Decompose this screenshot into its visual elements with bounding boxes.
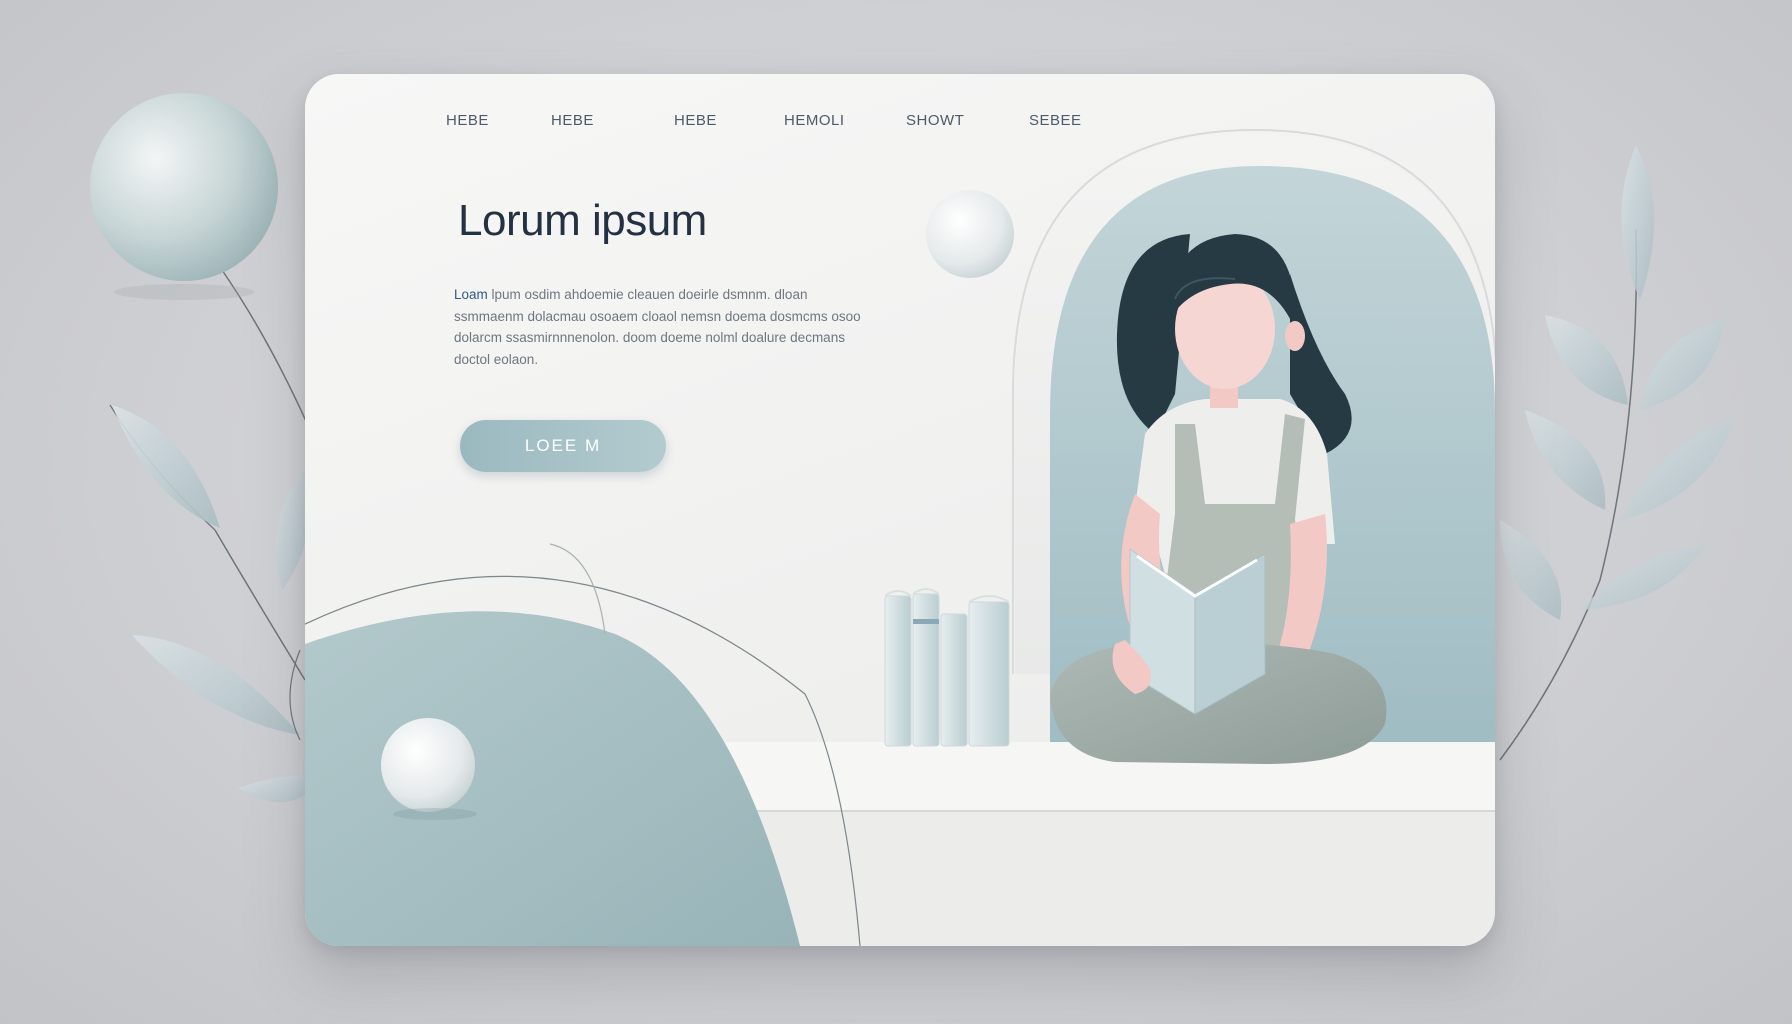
nav-item-4[interactable]: HEMOLI xyxy=(784,112,845,129)
sphere-left-icon xyxy=(90,93,278,281)
leaf-branch-right-icon xyxy=(1499,145,1735,761)
nav-item-2[interactable]: HEBE xyxy=(551,112,594,129)
leaf-branch-left-icon xyxy=(109,269,320,803)
nav-item-1[interactable]: HEBE xyxy=(446,112,489,129)
landing-card: HEBE HEBE HEBE HEMOLI SHOWT SEBEE Lorum … xyxy=(305,74,1495,946)
page-background: HEBE HEBE HEBE HEMOLI SHOWT SEBEE Lorum … xyxy=(0,0,1792,1024)
nav-item-3[interactable]: HEBE xyxy=(674,112,717,129)
top-nav: HEBE HEBE HEBE HEMOLI SHOWT SEBEE xyxy=(305,112,1495,152)
book-stack-icon xyxy=(884,588,1010,747)
hero-title: Lorum ipsum xyxy=(458,196,707,245)
nav-item-6[interactable]: SEBEE xyxy=(1029,112,1082,129)
cta-button[interactable]: LOEE M xyxy=(460,420,666,472)
hero-body-rest: lpum osdim ahdoemie cleauen doeirle dsmn… xyxy=(454,287,861,367)
sphere-bottom-left-icon xyxy=(381,718,475,812)
sphere-small-top-icon xyxy=(926,190,1014,278)
hero-body-lead: Loam xyxy=(454,287,488,302)
nav-item-5[interactable]: SHOWT xyxy=(906,112,964,129)
hero-body-text: Loam lpum osdim ahdoemie cleauen doeirle… xyxy=(454,284,864,370)
